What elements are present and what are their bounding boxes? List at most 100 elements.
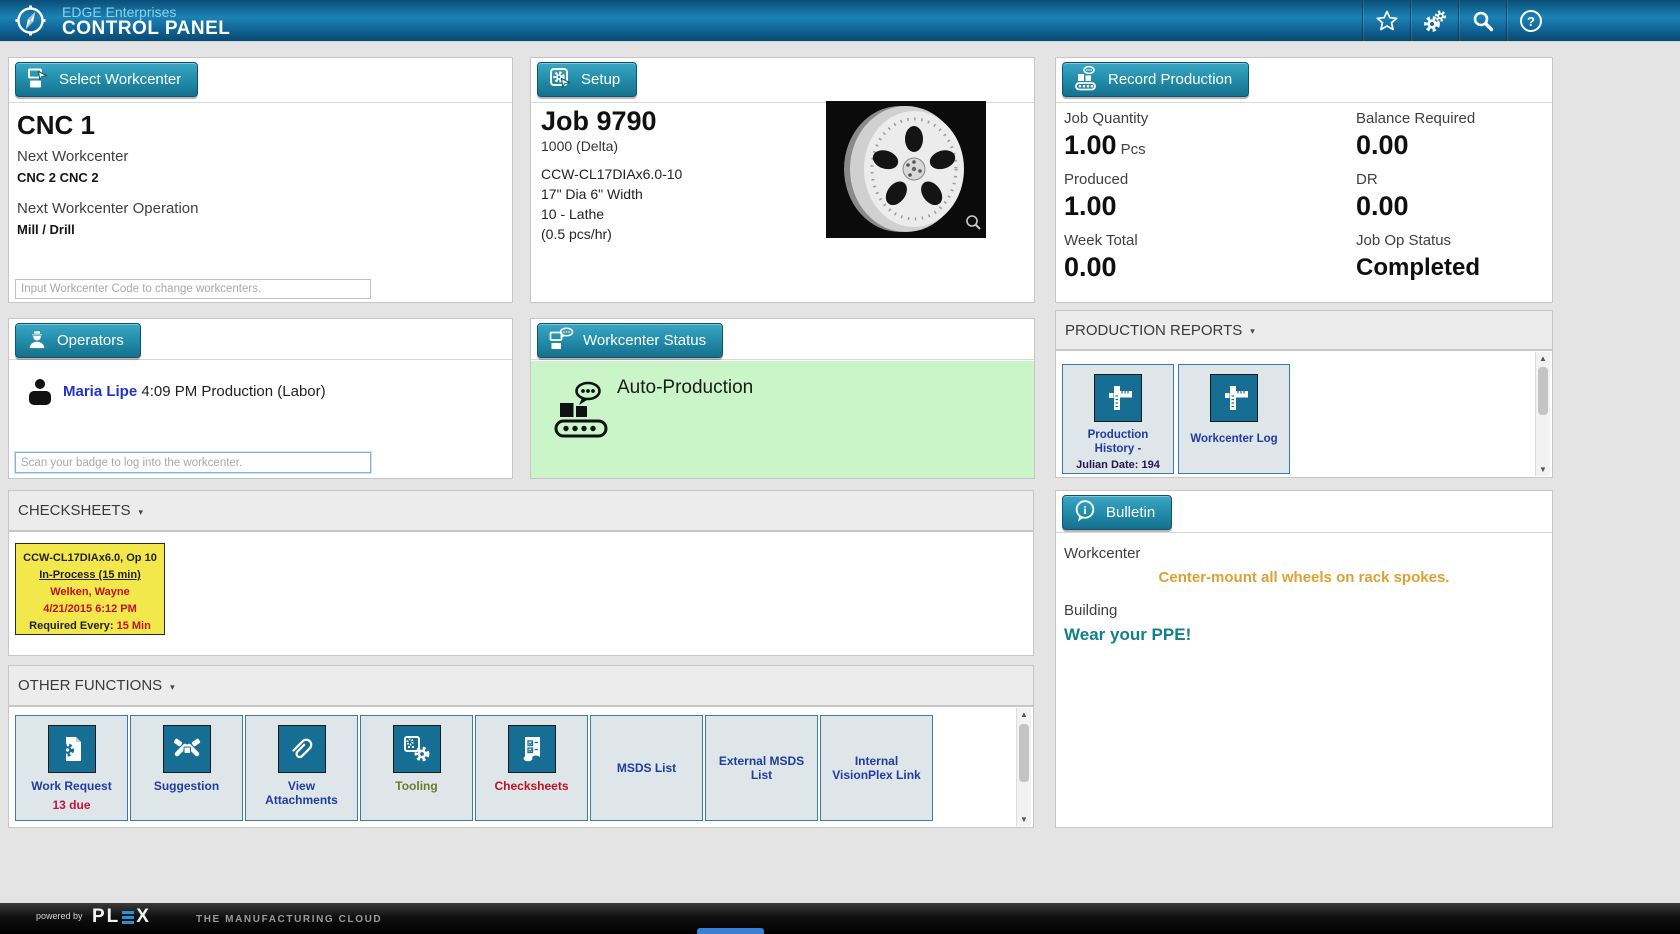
tile-tooling[interactable]: Tooling — [360, 715, 473, 821]
part-dimensions: 17" Dia 6" Width — [541, 186, 643, 202]
job-op-status-label: Job Op Status — [1356, 232, 1451, 249]
tile-msds-list[interactable]: MSDS List — [590, 715, 703, 821]
checksheet-frequency-value: 15 Min — [117, 620, 151, 632]
tile-work-request[interactable]: Work Request 13 due — [15, 715, 128, 821]
tile-workcenter-log-label: Workcenter Log — [1185, 432, 1282, 446]
job-op-status-value: Completed — [1356, 254, 1480, 282]
tile-production-history-sublabel: Julian Date: 194 — [1071, 458, 1165, 472]
bulletin-panel-header: i Bulletin — [1056, 491, 1552, 533]
select-workcenter-button-label: Select Workcenter — [59, 71, 181, 88]
svg-text:?: ? — [1527, 14, 1535, 29]
record-production-button-label: Record Production — [1108, 71, 1232, 88]
compass-logo-icon — [15, 5, 46, 41]
tile-view-attachments-label: View Attachments — [246, 779, 357, 807]
next-workcenter-value: CNC 2 CNC 2 — [17, 170, 99, 185]
tile-production-history[interactable]: Production History - Julian Date: 194 — [1062, 364, 1174, 474]
setup-panel: Setup Job 9790 1000 (Delta) CCW-CL17DIAx… — [530, 57, 1035, 303]
bulletin-button-label: Bulletin — [1106, 504, 1155, 521]
job-quantity-value: 1.00Pcs — [1064, 130, 1146, 161]
setup-button[interactable]: Setup — [537, 62, 637, 97]
status-text: Auto-Production — [617, 377, 753, 399]
production-reports-scrollbar[interactable]: ▲ ▼ — [1535, 352, 1550, 476]
scrollbar-thumb[interactable] — [1538, 367, 1548, 415]
checksheets-content: CCW-CL17DIAx6.0, Op 10 In-Process (15 mi… — [8, 531, 1034, 656]
part-image-wheel[interactable] — [826, 101, 986, 243]
checksheet-part: CCW-CL17DIAx6.0, Op 10 — [16, 550, 164, 567]
scroll-down-arrow-icon[interactable]: ▼ — [1017, 813, 1031, 826]
checksheets-header[interactable]: CHECKSHEETS▾ — [8, 490, 1034, 531]
settings-gears-icon[interactable] — [1410, 0, 1458, 41]
status-area: Auto-Production — [531, 361, 1034, 478]
produced-value: 1.00 — [1064, 191, 1117, 222]
help-icon[interactable]: ? — [1506, 0, 1554, 41]
page-title: CONTROL PANEL — [62, 18, 230, 40]
tile-tooling-label: Tooling — [390, 779, 442, 793]
tile-internal-visionplex-link[interactable]: Internal VisionPlex Link — [820, 715, 933, 821]
scroll-up-arrow-icon[interactable]: ▲ — [1017, 708, 1031, 721]
svg-text:i: i — [1083, 505, 1087, 517]
app-header: EDGE Enterprises CONTROL PANEL ? — [0, 0, 1680, 42]
workcenter-status-panel-header: Workcenter Status — [531, 319, 1034, 360]
workcenter-code-input[interactable] — [15, 279, 371, 299]
tile-checksheets[interactable]: Checksheets — [475, 715, 588, 821]
tile-workcenter-log[interactable]: Workcenter Log — [1178, 364, 1290, 474]
setup-panel-header: Setup — [531, 58, 1034, 103]
select-workcenter-button[interactable]: Select Workcenter — [15, 62, 198, 97]
header-toolbar: ? — [1362, 0, 1554, 41]
other-functions-content: Work Request 13 due Suggestion — [8, 706, 1034, 828]
chevron-down-icon: ▾ — [139, 507, 144, 518]
workcenter-status-button[interactable]: Workcenter Status — [537, 323, 723, 358]
record-production-button[interactable]: Record Production — [1062, 62, 1249, 97]
checksheet-person: Welken, Wayne — [16, 584, 164, 601]
plex-logo: PL X — [92, 906, 151, 928]
other-functions-header[interactable]: OTHER FUNCTIONS▾ — [8, 665, 1034, 706]
select-workcenter-panel-header: Select Workcenter — [9, 58, 512, 103]
operators-button[interactable]: Operators — [15, 323, 141, 358]
checksheet-card[interactable]: CCW-CL17DIAx6.0, Op 10 In-Process (15 mi… — [15, 543, 165, 635]
operator-hardhat-icon — [26, 328, 48, 354]
scroll-down-arrow-icon[interactable]: ▼ — [1536, 463, 1550, 476]
production-reports-content: Production History - Julian Date: 194 Wo… — [1055, 350, 1553, 478]
report-ruler-icon — [1094, 374, 1142, 422]
tile-production-history-label: Production History - — [1063, 428, 1173, 456]
favorites-star-icon[interactable] — [1362, 0, 1410, 41]
badge-scan-input[interactable] — [15, 452, 371, 473]
job-quantity-number: 1.00 — [1064, 130, 1117, 160]
record-production-panel: Record Production Job Quantity 1.00Pcs B… — [1055, 57, 1553, 303]
tile-view-attachments[interactable]: View Attachments — [245, 715, 358, 821]
tile-external-msds-list[interactable]: External MSDS List — [705, 715, 818, 821]
plex-tagline: THE MANUFACTURING CLOUD — [196, 914, 382, 925]
job-title: Job 9790 — [541, 106, 657, 137]
bulletin-button[interactable]: i Bulletin — [1062, 495, 1172, 530]
operator-avatar-icon — [25, 377, 55, 412]
checklist-icon — [508, 725, 556, 773]
bulletin-workcenter-message: Center-mount all wheels on rack spokes. — [1056, 569, 1552, 586]
scroll-up-arrow-icon[interactable]: ▲ — [1536, 352, 1550, 365]
info-bubble-icon: i — [1073, 499, 1097, 527]
tooling-gears-icon — [393, 725, 441, 773]
search-icon[interactable] — [1458, 0, 1506, 41]
tile-msds-list-label: MSDS List — [612, 761, 681, 775]
chevron-down-icon: ▾ — [170, 682, 175, 693]
next-workcenter-label: Next Workcenter — [17, 148, 128, 165]
production-rate: (0.5 pcs/hr) — [541, 226, 612, 242]
operators-panel: Operators Maria Lipe 4:09 PM Production … — [8, 318, 513, 479]
setup-button-label: Setup — [581, 71, 620, 88]
operator-details: 4:09 PM Production (Labor) — [141, 383, 325, 400]
checksheet-frequency: Required Every: 15 Min — [16, 618, 164, 635]
production-reports-header[interactable]: PRODUCTION REPORTS▾ — [1055, 310, 1553, 350]
tile-suggestion[interactable]: Suggestion — [130, 715, 243, 821]
tile-internal-visionplex-link-label: Internal VisionPlex Link — [821, 754, 932, 782]
operators-panel-header: Operators — [9, 319, 512, 360]
tile-suggestion-label: Suggestion — [149, 779, 224, 793]
workcenter-status-button-label: Workcenter Status — [583, 332, 706, 349]
bottom-blue-accent — [697, 928, 764, 934]
suggestion-handshake-icon — [163, 725, 211, 773]
operator-name-link[interactable]: Maria Lipe — [63, 383, 137, 400]
scrollbar-thumb[interactable] — [1019, 724, 1029, 782]
other-functions-scrollbar[interactable]: ▲ ▼ — [1016, 708, 1031, 826]
footer-bar: powered by PL X THE MANUFACTURING CLOUD — [0, 903, 1680, 934]
week-total-label: Week Total — [1064, 232, 1138, 249]
chevron-down-icon: ▾ — [1250, 326, 1255, 337]
bulletin-building-message: Wear your PPE! — [1064, 625, 1191, 645]
